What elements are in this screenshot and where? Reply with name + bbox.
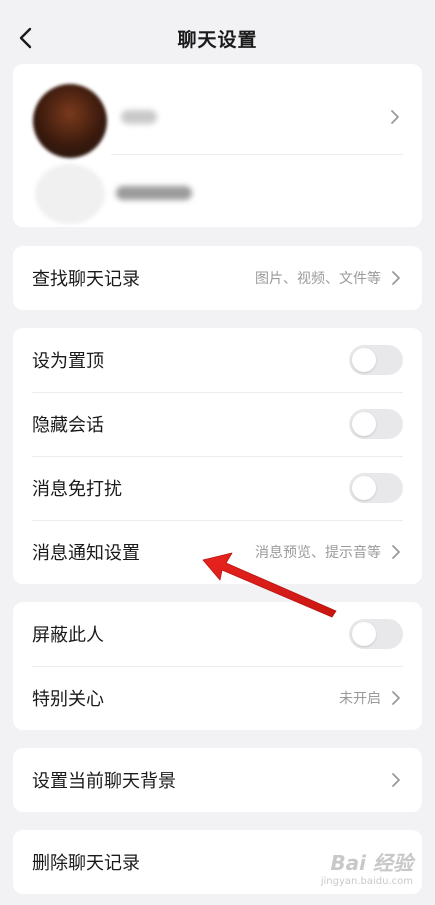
chevron-right-icon (391, 110, 399, 124)
chevron-right-icon (392, 773, 400, 787)
search-history-label: 查找聊天记录 (32, 269, 140, 290)
page-title: 聊天设置 (177, 28, 258, 51)
hide-chat-toggle[interactable] (349, 409, 403, 439)
chat-background-row[interactable]: 设置当前聊天背景 (13, 748, 422, 812)
block-toggle[interactable] (349, 619, 403, 649)
profile-divider (111, 154, 403, 155)
profile-name-blurred (121, 110, 157, 124)
avatar[interactable] (33, 84, 107, 158)
notify-settings-label: 消息通知设置 (32, 543, 140, 564)
block-label: 屏蔽此人 (32, 625, 104, 646)
back-button[interactable] (10, 22, 40, 54)
profile-card[interactable] (13, 64, 422, 227)
dnd-row[interactable]: 消息免打扰 (13, 456, 422, 520)
chevron-right-icon (392, 271, 400, 285)
notify-settings-hint: 消息预览、提示音等 (255, 545, 381, 561)
notify-settings-row[interactable]: 消息通知设置 消息预览、提示音等 (13, 520, 422, 584)
search-card: 查找聊天记录 图片、视频、文件等 (13, 246, 422, 310)
block-row[interactable]: 屏蔽此人 (13, 602, 422, 666)
chevron-right-icon (392, 545, 400, 559)
watermark-logo: Bai 经验 (330, 851, 413, 875)
toggle-knob (352, 348, 376, 372)
chevron-right-icon (392, 691, 400, 705)
hide-chat-row[interactable]: 隐藏会话 (13, 392, 422, 456)
search-history-row[interactable]: 查找聊天记录 图片、视频、文件等 (13, 246, 422, 310)
relation-card: 屏蔽此人 特别关心 未开启 (13, 602, 422, 730)
background-card: 设置当前聊天背景 (13, 748, 422, 812)
settings-card: 设为置顶 隐藏会话 消息免打扰 消息通知设置 消息预览、提示音等 (13, 328, 422, 584)
special-care-label: 特别关心 (32, 689, 104, 710)
pin-label: 设为置顶 (32, 351, 104, 372)
dnd-toggle[interactable] (349, 473, 403, 503)
hide-chat-label: 隐藏会话 (32, 415, 104, 436)
search-history-hint: 图片、视频、文件等 (255, 271, 381, 287)
toggle-knob (352, 412, 376, 436)
chevron-left-icon (19, 27, 32, 49)
chat-background-label: 设置当前聊天背景 (32, 771, 176, 792)
dnd-label: 消息免打扰 (32, 479, 122, 500)
pin-toggle[interactable] (349, 345, 403, 375)
toggle-knob (352, 622, 376, 646)
watermark: Bai 经验 jingyan.baidu.com (321, 847, 413, 887)
special-care-row[interactable]: 特别关心 未开启 (13, 666, 422, 730)
toggle-knob (352, 476, 376, 500)
watermark-url: jingyan.baidu.com (320, 876, 413, 887)
special-care-hint: 未开启 (339, 691, 381, 707)
pin-row[interactable]: 设为置顶 (13, 328, 422, 392)
add-member-avatar-blurred[interactable] (35, 164, 105, 224)
profile-sub-blurred (116, 186, 192, 200)
profile-chevron (390, 109, 400, 129)
